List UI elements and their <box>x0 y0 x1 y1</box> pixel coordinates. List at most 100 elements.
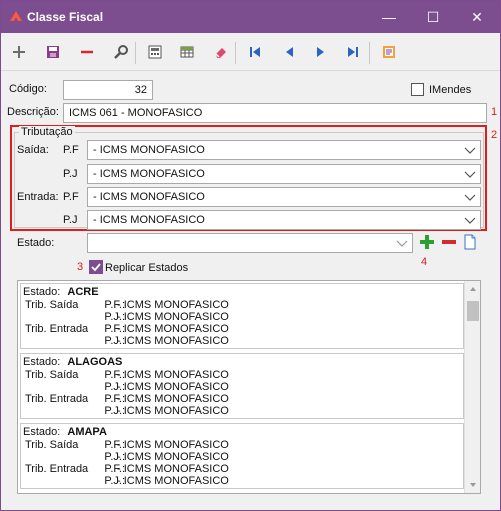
eraser-button[interactable] <box>209 40 233 64</box>
form-content: Código: 32 IMendes Descrição: ICMS 061 -… <box>1 72 500 510</box>
descricao-label: Descrição: <box>7 106 59 118</box>
entrada-pf-row: Trib. Entrada P.F.: - ICMS MONOFASICO <box>23 323 463 335</box>
saida-pf-row: Trib. Saída P.F.: - ICMS MONOFASICO <box>23 299 463 311</box>
state-header: Estado: ACRE <box>23 286 99 298</box>
saida-pj-value: - ICMS MONOFASICO <box>93 168 205 180</box>
saida-pf-value: - ICMS MONOFASICO <box>117 439 229 451</box>
chevron-up-icon <box>470 287 476 291</box>
report-icon <box>383 46 395 58</box>
eraser-icon <box>215 48 226 58</box>
descricao-input[interactable]: ICMS 061 - MONOFASICO <box>63 103 487 123</box>
state-name: ALAGOAS <box>67 356 123 368</box>
entrada-pf-row: Trib. Entrada P.F.: - ICMS MONOFASICO <box>23 463 463 475</box>
entrada-pf-row: Trib. Entrada P.F.: - ICMS MONOFASICO <box>23 393 463 405</box>
list-item[interactable]: Estado: ALAGOAS Trib. Saída P.F.: - ICMS… <box>20 353 464 419</box>
replicar-estados-checkbox[interactable] <box>89 260 103 274</box>
list-scrollbar[interactable] <box>464 281 480 493</box>
state-header: Estado: ALAGOAS <box>23 356 122 368</box>
codigo-label: Código: <box>9 83 47 95</box>
tributacao-legend: Tributação <box>19 126 75 138</box>
saida-pj-row: P.J.: - ICMS MONOFASICO <box>23 451 463 463</box>
last-record-button[interactable] <box>341 40 365 64</box>
remove-state-button[interactable] <box>439 232 459 252</box>
new-document-button[interactable] <box>460 232 480 252</box>
add-state-button[interactable] <box>417 232 437 252</box>
minimize-button[interactable]: — <box>367 1 411 33</box>
saida-pf-value: - ICMS MONOFASICO <box>117 369 229 381</box>
window-title: Classe Fiscal <box>27 10 104 24</box>
search-button[interactable] <box>109 40 133 64</box>
saida-pf-label: P.F <box>63 144 79 156</box>
list-item[interactable]: Estado: ACRE Trib. Saída P.F.: - ICMS MO… <box>20 283 464 349</box>
chevron-down-icon <box>464 194 476 201</box>
entrada-pf-select[interactable]: - ICMS MONOFASICO <box>87 187 481 207</box>
entrada-pf-value: - ICMS MONOFASICO <box>117 463 229 475</box>
maximize-button[interactable]: ☐ <box>411 1 455 33</box>
scrollbar-thumb[interactable] <box>467 301 479 321</box>
calculator-button[interactable] <box>143 40 167 64</box>
remove-record-button[interactable] <box>75 40 99 64</box>
trib-entrada-label: Trib. Entrada <box>25 323 89 335</box>
chevron-down-icon <box>464 171 476 178</box>
annotation-marker-1: 1 <box>491 106 498 118</box>
save-button[interactable] <box>41 40 65 64</box>
state-header: Estado: AMAPA <box>23 426 107 438</box>
table-button[interactable] <box>175 40 199 64</box>
next-record-button[interactable] <box>309 40 333 64</box>
saida-pf-row: Trib. Saída P.F.: - ICMS MONOFASICO <box>23 439 463 451</box>
imendes-label: IMendes <box>429 84 472 96</box>
first-record-icon <box>250 47 260 57</box>
estado-prefix: Estado: <box>23 286 61 298</box>
annotation-marker-2: 2 <box>491 129 498 141</box>
saida-pf-value: - ICMS MONOFASICO <box>117 299 229 311</box>
states-list[interactable]: Estado: ACRE Trib. Saída P.F.: - ICMS MO… <box>17 280 481 494</box>
close-icon: ✕ <box>471 8 483 25</box>
toolbar-separator <box>369 42 370 64</box>
saida-pj-value: - ICMS MONOFASICO <box>117 381 229 393</box>
entrada-pj-value: - ICMS MONOFASICO <box>117 475 229 487</box>
scroll-up-button[interactable] <box>465 281 480 297</box>
checkmark-icon <box>91 263 101 272</box>
report-button[interactable] <box>377 40 401 64</box>
saida-pj-select[interactable]: - ICMS MONOFASICO <box>87 164 481 184</box>
toolbar <box>1 33 500 71</box>
imendes-checkbox[interactable] <box>411 83 424 96</box>
chevron-down-icon <box>464 217 476 224</box>
entrada-pj-value: - ICMS MONOFASICO <box>117 405 229 417</box>
trib-saida-label: Trib. Saída <box>25 369 79 381</box>
estado-label: Estado: <box>17 237 55 249</box>
close-button[interactable]: ✕ <box>455 1 499 33</box>
entrada-pf-label: P.F <box>63 191 79 203</box>
chevron-down-icon <box>470 483 476 487</box>
entrada-label: Entrada: <box>17 191 59 203</box>
estado-select[interactable] <box>87 233 413 253</box>
annotation-marker-3: 3 <box>77 261 84 273</box>
add-record-button[interactable] <box>7 40 31 64</box>
toolbar-separator <box>235 42 236 64</box>
chevron-down-icon <box>464 147 476 154</box>
entrada-pj-value: - ICMS MONOFASICO <box>93 214 205 226</box>
first-record-button[interactable] <box>243 40 267 64</box>
classe-fiscal-window: Classe Fiscal — ☐ ✕ Código: 32 IMendes D… <box>0 0 501 511</box>
chevron-down-icon <box>396 240 408 247</box>
entrada-pj-select[interactable]: - ICMS MONOFASICO <box>87 210 481 230</box>
toolbar-separator <box>135 42 136 64</box>
title-bar[interactable]: Classe Fiscal — ☐ ✕ <box>1 1 500 33</box>
last-record-icon <box>348 47 358 57</box>
entrada-pj-label: P.J <box>63 214 78 226</box>
maximize-icon: ☐ <box>426 8 440 25</box>
previous-record-button[interactable] <box>277 40 301 64</box>
saida-pf-select[interactable]: - ICMS MONOFASICO <box>87 140 481 160</box>
entrada-pj-row: P.J.: - ICMS MONOFASICO <box>23 405 463 417</box>
list-item[interactable]: Estado: AMAPA Trib. Saída P.F.: - ICMS M… <box>20 423 464 489</box>
saida-pj-label: P.J <box>63 168 78 180</box>
app-logo-icon <box>9 9 23 23</box>
scroll-down-button[interactable] <box>465 477 480 493</box>
codigo-input[interactable]: 32 <box>63 80 153 100</box>
save-icon <box>47 46 59 58</box>
state-name: ACRE <box>67 286 99 298</box>
trib-saida-label: Trib. Saída <box>25 439 79 451</box>
calculator-icon <box>148 45 162 59</box>
entrada-pj-row: P.J.: - ICMS MONOFASICO <box>23 335 463 347</box>
next-record-icon <box>317 47 324 57</box>
